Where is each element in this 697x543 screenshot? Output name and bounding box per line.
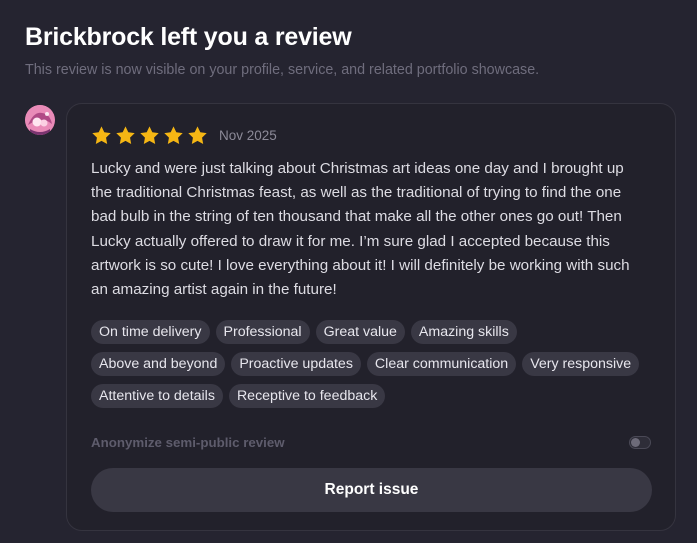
- review-tags: On time delivery Professional Great value A…: [91, 320, 651, 408]
- star-icon: [140, 126, 159, 144]
- page-subtitle: This review is now visible on your profi…: [25, 62, 540, 78]
- reviewer-avatar[interactable]: [25, 105, 55, 135]
- anonymize-toggle[interactable]: [629, 436, 651, 449]
- star-icon: [116, 126, 135, 144]
- anonymize-label: Anonymize semi-public review: [91, 435, 285, 450]
- star-icon: [92, 126, 111, 144]
- review-tag: On time delivery: [91, 320, 210, 344]
- review-tag: Above and beyond: [91, 352, 226, 376]
- star-icon: [164, 126, 183, 144]
- review-tag: Proactive updates: [231, 352, 361, 376]
- report-issue-button[interactable]: Report issue: [91, 468, 652, 512]
- rating-row: Nov 2025: [91, 125, 277, 146]
- toggle-knob: [631, 438, 640, 447]
- page-title: Brickbrock left you a review: [25, 23, 352, 51]
- review-tag: Attentive to details: [91, 384, 223, 408]
- review-tag: Receptive to feedback: [228, 384, 386, 408]
- review-card: Nov 2025 Lucky and were just talking abo…: [66, 103, 676, 531]
- review-tag: Clear communication: [366, 352, 517, 376]
- review-tag: Professional: [215, 320, 310, 344]
- review-tag: Very responsive: [522, 352, 640, 376]
- star-rating: [91, 125, 208, 146]
- review-date: Nov 2025: [219, 128, 277, 143]
- review-tag: Amazing skills: [410, 320, 517, 344]
- star-icon: [188, 126, 207, 144]
- review-tag: Great value: [315, 320, 405, 344]
- review-text: Lucky and were just talking about Christ…: [91, 160, 630, 299]
